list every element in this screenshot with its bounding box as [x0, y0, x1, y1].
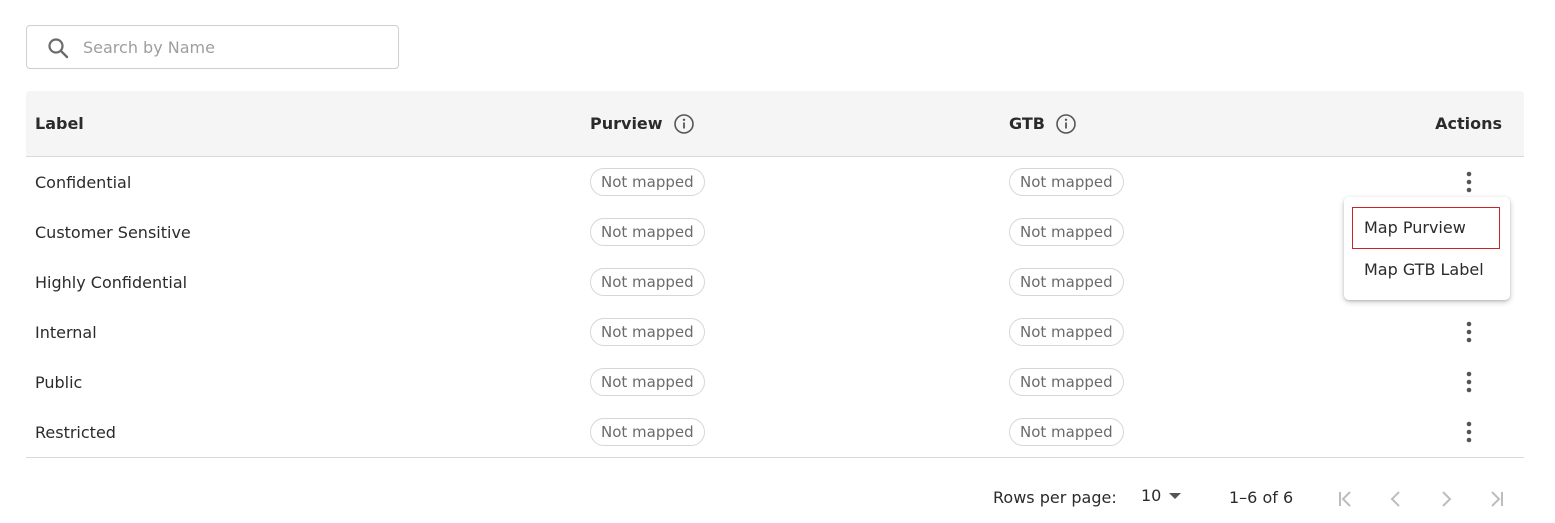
previous-page-icon[interactable] — [1383, 486, 1409, 512]
status-chip: Not mapped — [1009, 268, 1124, 296]
purview-cell: Not mapped — [590, 357, 705, 407]
column-header-gtb[interactable]: GTB — [1009, 91, 1077, 156]
table-row: Confidential Not mapped Not mapped — [26, 157, 1524, 207]
more-options-icon[interactable] — [1457, 420, 1481, 444]
status-chip: Not mapped — [1009, 168, 1124, 196]
status-chip: Not mapped — [590, 268, 705, 296]
purview-cell: Not mapped — [590, 157, 705, 207]
label-cell: Highly Confidential — [35, 272, 188, 292]
status-chip: Not mapped — [590, 418, 705, 446]
info-icon[interactable] — [1055, 113, 1077, 135]
table-row: Restricted Not mapped Not mapped — [26, 407, 1524, 457]
purview-cell: Not mapped — [590, 407, 705, 457]
label-cell: Customer Sensitive — [35, 222, 191, 242]
menu-item-label: Map Purview — [1364, 217, 1466, 237]
column-header-actions-text: Actions — [1435, 114, 1502, 133]
status-chip: Not mapped — [1009, 368, 1124, 396]
menu-item-map-purview[interactable]: Map Purview — [1344, 207, 1510, 249]
status-chip: Not mapped — [590, 368, 705, 396]
search-icon — [46, 36, 70, 60]
purview-cell: Not mapped — [590, 307, 705, 357]
gtb-cell: Not mapped — [1009, 257, 1124, 307]
label-cell: Internal — [35, 322, 97, 342]
pagination: Rows per page: 10 1–6 of 6 — [0, 480, 1555, 516]
search-box[interactable] — [26, 25, 399, 69]
column-header-gtb-text: GTB — [1009, 114, 1045, 133]
table-header: Label Purview GTB Actions — [26, 91, 1524, 157]
last-page-icon[interactable] — [1483, 486, 1509, 512]
purview-cell: Not mapped — [590, 257, 705, 307]
column-header-purview-text: Purview — [590, 114, 663, 133]
rows-per-page-label: Rows per page: — [993, 488, 1117, 507]
rows-per-page-select[interactable]: 10 — [1141, 486, 1182, 505]
next-page-icon[interactable] — [1433, 486, 1459, 512]
menu-item-label: Map GTB Label — [1364, 259, 1484, 279]
gtb-cell: Not mapped — [1009, 207, 1124, 257]
gtb-cell: Not mapped — [1009, 157, 1124, 207]
gtb-cell: Not mapped — [1009, 407, 1124, 457]
column-header-label-text: Label — [35, 114, 84, 133]
table-row: Public Not mapped Not mapped — [26, 357, 1524, 407]
label-cell: Public — [35, 372, 83, 392]
actions-cell — [1457, 357, 1481, 407]
menu-item-map-gtb-label[interactable]: Map GTB Label — [1344, 249, 1510, 289]
status-chip: Not mapped — [1009, 318, 1124, 346]
actions-cell — [1457, 407, 1481, 457]
first-page-icon[interactable] — [1333, 486, 1359, 512]
gtb-cell: Not mapped — [1009, 307, 1124, 357]
column-header-actions: Actions — [1435, 91, 1502, 156]
table-row: Internal Not mapped Not mapped — [26, 307, 1524, 357]
more-options-icon[interactable] — [1457, 370, 1481, 394]
column-header-label[interactable]: Label — [35, 91, 84, 156]
table-row: Highly Confidential Not mapped Not mappe… — [26, 257, 1524, 307]
pagination-range: 1–6 of 6 — [1229, 488, 1294, 507]
purview-cell: Not mapped — [590, 207, 705, 257]
status-chip: Not mapped — [590, 168, 705, 196]
more-options-icon[interactable] — [1457, 320, 1481, 344]
rows-per-page-value: 10 — [1141, 486, 1162, 505]
info-icon[interactable] — [673, 113, 695, 135]
table-row: Customer Sensitive Not mapped Not mapped — [26, 207, 1524, 257]
status-chip: Not mapped — [590, 318, 705, 346]
actions-cell — [1457, 307, 1481, 357]
status-chip: Not mapped — [1009, 418, 1124, 446]
status-chip: Not mapped — [1009, 218, 1124, 246]
more-options-icon[interactable] — [1457, 170, 1481, 194]
row-actions-menu: Map Purview Map GTB Label — [1344, 197, 1510, 300]
column-header-purview[interactable]: Purview — [590, 91, 695, 156]
labels-table: Label Purview GTB Actions Confidential N… — [26, 91, 1524, 458]
label-cell: Restricted — [35, 422, 116, 442]
label-cell: Confidential — [35, 172, 132, 192]
status-chip: Not mapped — [590, 218, 705, 246]
search-input[interactable] — [83, 34, 383, 60]
gtb-cell: Not mapped — [1009, 357, 1124, 407]
chevron-down-icon — [1169, 492, 1182, 499]
table-body: Confidential Not mapped Not mapped Custo… — [26, 157, 1524, 458]
